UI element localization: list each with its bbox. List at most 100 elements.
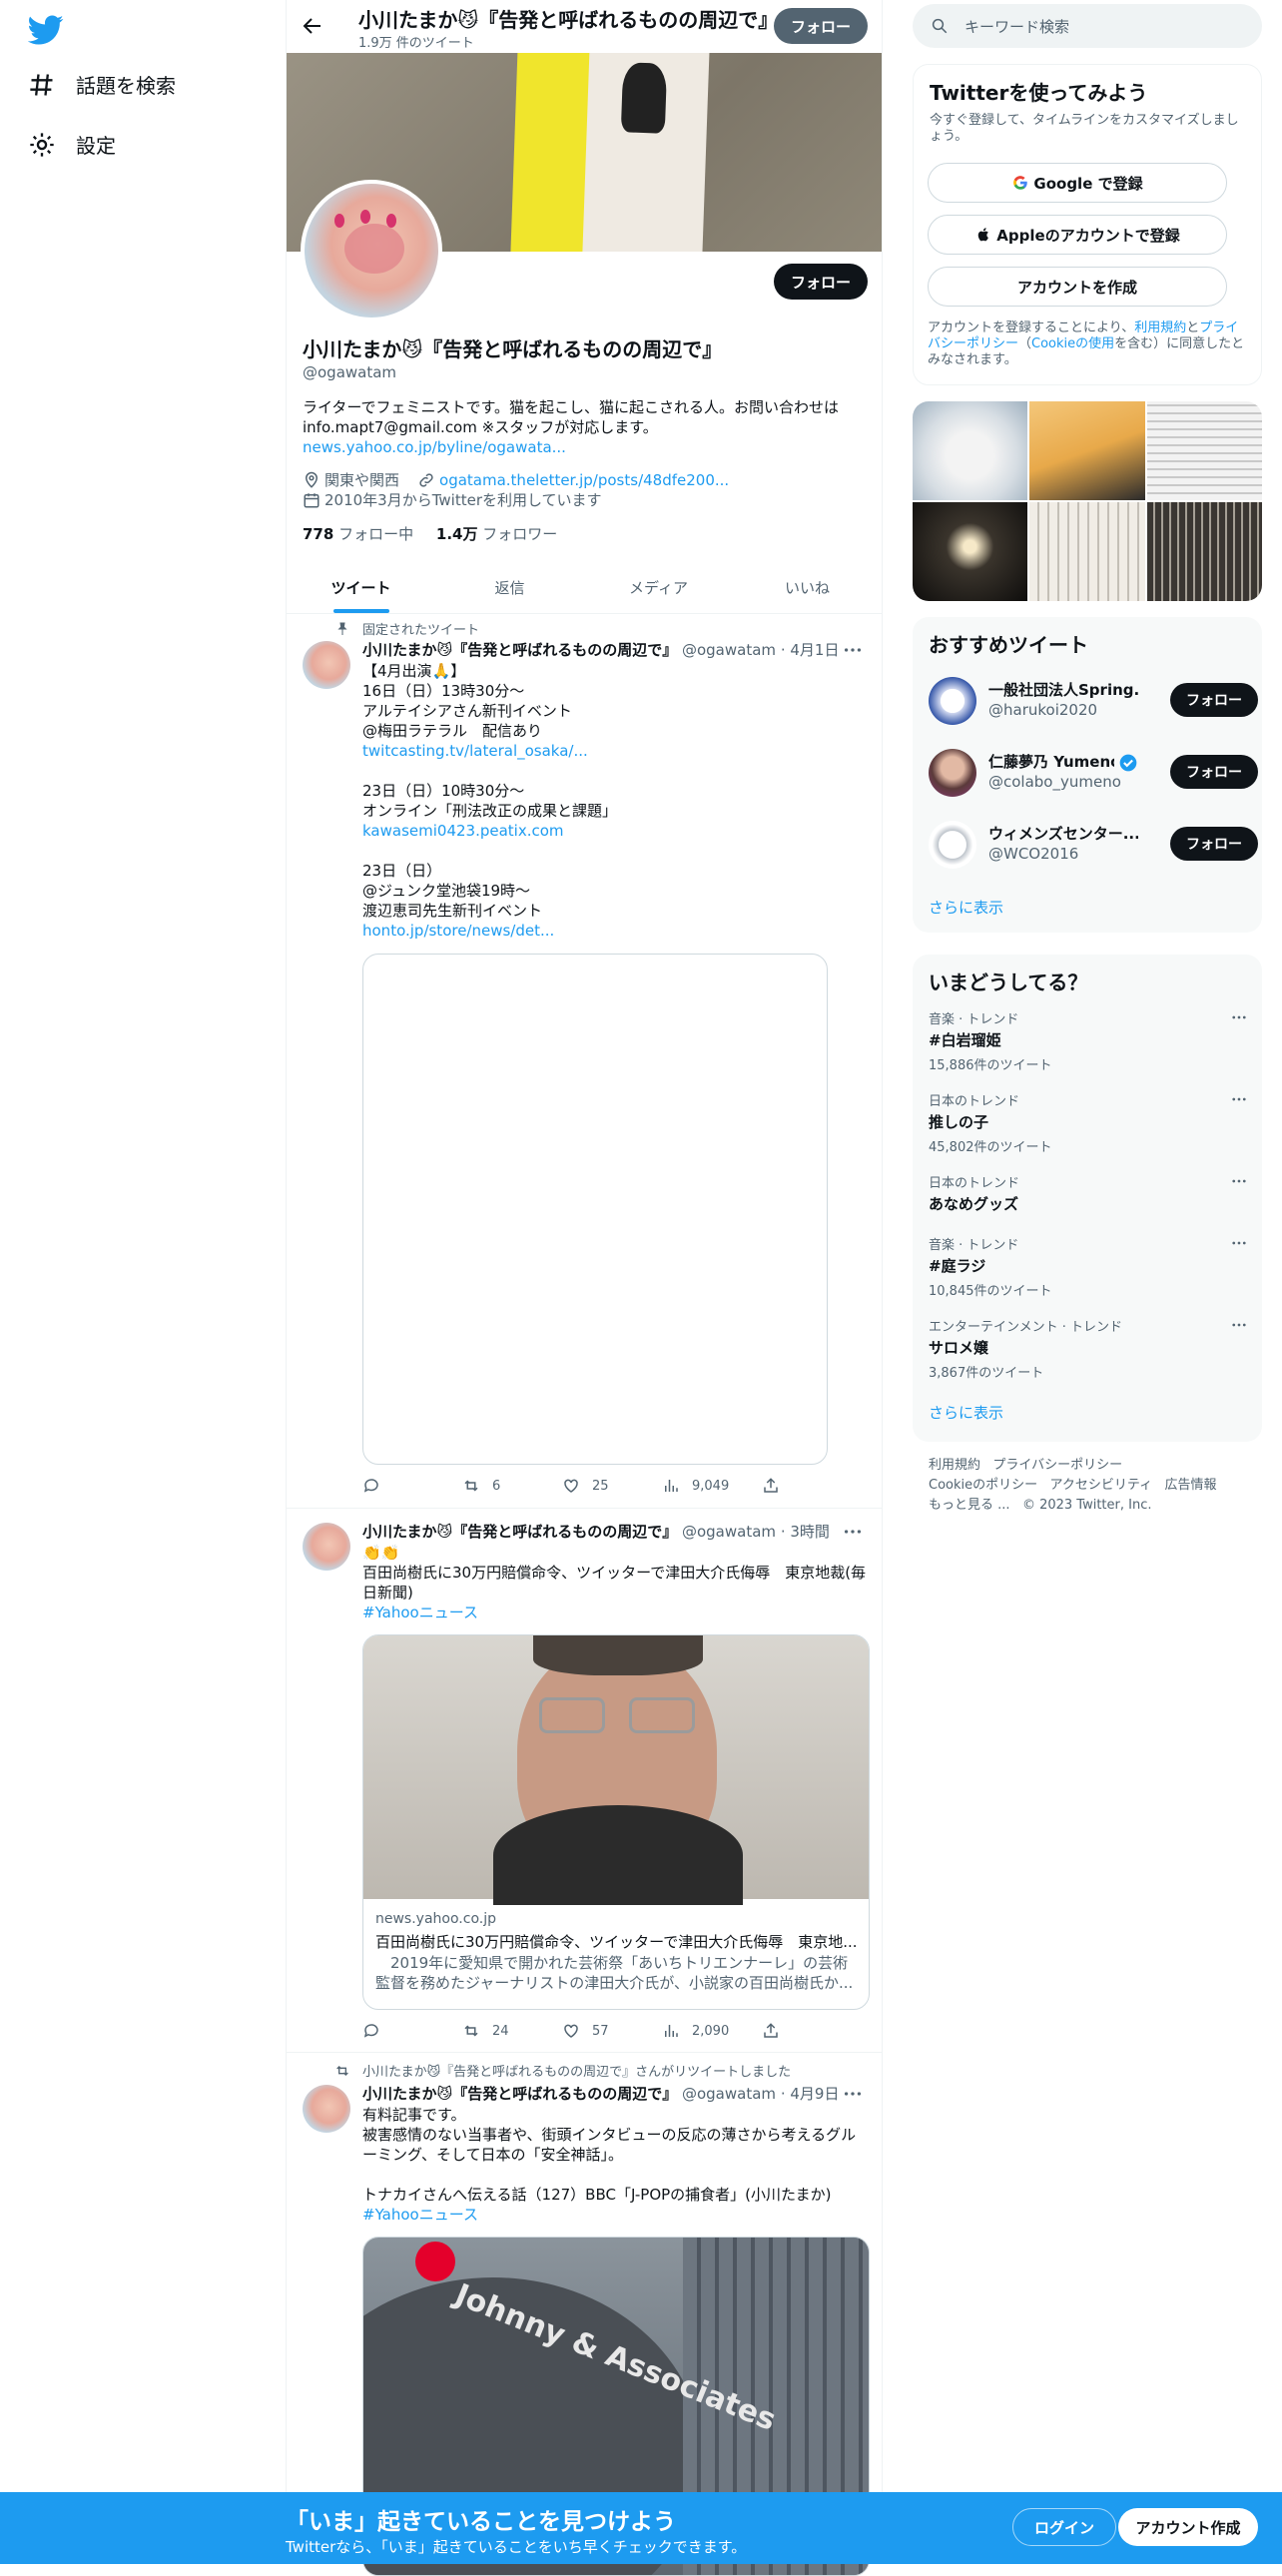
tweet-author-name[interactable]: 小川たまか😼『告発と呼ばれるものの周辺で』	[362, 1523, 677, 1541]
followers-link[interactable]: 1.4万 フォロワー	[436, 525, 557, 543]
retweet-context-label[interactable]: 小川たまか😼『告発と呼ばれるものの周辺で』さんがリツイートしました	[362, 2061, 791, 2080]
tab-media[interactable]: メディア	[584, 561, 733, 613]
trend-item[interactable]: エンターテインメント · トレンド サロメ嬢 3,867件のツイート	[929, 1316, 1248, 1381]
tweet-pinned[interactable]: 固定されたツイート 小川たまか😼『告発と呼ばれるものの周辺で』 @ogawata…	[287, 614, 882, 1509]
hashtag-link[interactable]: #Yahooニュース	[362, 2206, 478, 2224]
media-thumb-document[interactable]	[1146, 401, 1262, 500]
reply-button[interactable]	[362, 1477, 462, 1495]
followers-count: 1.4万	[435, 525, 478, 543]
recommended-account[interactable]: ウィメンズセンター... @WCO2016 フォロー	[929, 821, 1258, 869]
media-thumb-cat[interactable]	[913, 401, 1028, 500]
tweet-avatar[interactable]	[303, 641, 350, 689]
rec-handle: @WCO2016	[988, 845, 1079, 863]
media-thumb-book[interactable]	[1146, 502, 1262, 601]
follow-button[interactable]: フォロー	[774, 264, 868, 300]
header-follow-button[interactable]: フォロー	[774, 8, 868, 44]
nav-settings[interactable]: 設定	[28, 130, 116, 159]
trend-item[interactable]: 音楽 · トレンド #庭ラジ 10,845件のツイート	[929, 1234, 1248, 1299]
trends-title: いまどうしてる？	[929, 970, 1088, 994]
tweet-author-name[interactable]: 小川たまか😼『告発と呼ばれるものの周辺で』	[362, 641, 677, 659]
tweet-avatar[interactable]	[303, 1523, 350, 1571]
more-icon[interactable]	[842, 1521, 864, 1543]
views-button[interactable]: 2,090	[662, 2022, 762, 2040]
tweet-text-part2: 23日（日）10時30分〜 オンライン「刑法改正の成果と課題」	[362, 782, 618, 820]
retweet-button[interactable]: 24	[462, 2022, 562, 2040]
recommended-account[interactable]: 仁藤夢乃 Yumeno... @colabo_yumeno フォロー	[929, 749, 1258, 797]
rec-follow-button[interactable]: フォロー	[1170, 755, 1258, 789]
like-button[interactable]: 57	[562, 2022, 662, 2040]
signup-box: Twitterを使ってみよう 今すぐ登録して、タイムラインをカスタマイズしましょ…	[913, 64, 1262, 385]
search-input[interactable]: キーワード検索	[913, 4, 1262, 48]
tab-replies[interactable]: 返信	[435, 561, 584, 613]
footer-cookie[interactable]: Cookieのポリシー	[929, 1478, 1037, 1493]
link-card[interactable]: news.yahoo.co.jp 百田尚樹氏に30万円賠償命令、ツイッターで津田…	[362, 1634, 870, 2010]
trend-category: 日本のトレンド	[929, 1176, 1020, 1191]
tweet-time[interactable]: 4月1日	[790, 641, 839, 659]
tweet-author-name[interactable]: 小川たまか😼『告発と呼ばれるものの周辺で』	[362, 2085, 677, 2103]
more-icon[interactable]	[1230, 1172, 1248, 1190]
share-button[interactable]	[762, 2022, 792, 2040]
tab-likes[interactable]: いいね	[733, 561, 882, 613]
back-arrow-icon[interactable]	[301, 14, 324, 38]
more-icon[interactable]	[1230, 1316, 1248, 1334]
views-button[interactable]: 9,049	[662, 1477, 762, 1495]
reply-button[interactable]	[362, 2022, 462, 2040]
create-account-button[interactable]: アカウントを作成	[928, 267, 1227, 307]
tweet-link-3[interactable]: honto.jp/store/news/det...	[362, 922, 554, 940]
footer-accessibility[interactable]: アクセシビリティ	[1050, 1478, 1153, 1493]
terms-link[interactable]: 利用規約	[1134, 321, 1186, 335]
more-icon[interactable]	[1230, 1008, 1248, 1026]
more-icon[interactable]	[1230, 1234, 1248, 1252]
rec-follow-button[interactable]: フォロー	[1170, 683, 1258, 717]
footer-terms[interactable]: 利用規約	[929, 1458, 980, 1473]
signup-button[interactable]: アカウント作成	[1118, 2508, 1258, 2546]
cookie-link[interactable]: Cookieの使用	[1031, 336, 1114, 351]
trend-item[interactable]: 日本のトレンド 推しの子 45,802件のツイート	[929, 1090, 1248, 1155]
retweet-count: 24	[492, 2023, 509, 2039]
tweet-text-body: 有料記事です。 被害感情のない当事者や、街頭インタビューの反応の薄さから考えるグ…	[362, 2106, 857, 2204]
nav-explore[interactable]: 話題を検索	[28, 70, 176, 99]
retweet-button[interactable]: 6	[462, 1477, 562, 1495]
profile-avatar[interactable]	[301, 180, 442, 322]
bio-link[interactable]: news.yahoo.co.jp/byline/ogawata...	[303, 438, 566, 456]
header-title: 小川たまか😼『告発と呼ばれるものの周辺で』	[358, 8, 768, 32]
login-button[interactable]: ログイン	[1012, 2508, 1116, 2546]
share-button[interactable]	[762, 1477, 792, 1495]
tweet-embed-card[interactable]	[362, 954, 828, 1465]
trends-show-more[interactable]: さらに表示	[929, 1402, 1003, 1423]
footer-privacy[interactable]: プライバシーポリシー	[992, 1458, 1122, 1473]
rec-name: 一般社団法人Spring...	[988, 681, 1138, 699]
twitter-logo-icon[interactable]	[28, 12, 64, 48]
card-title: 百田尚樹氏に30万円賠償命令、ツイッターで津田大介氏侮辱 東京地...	[375, 1933, 858, 1951]
rec-follow-button[interactable]: フォロー	[1170, 827, 1258, 861]
google-signup-button[interactable]: Google で登録	[928, 163, 1227, 203]
profile-website[interactable]: ogatama.theletter.jp/posts/48dfe200...	[439, 471, 729, 489]
trend-count: 3,867件のツイート	[929, 1366, 1044, 1381]
tweet-link-1[interactable]: twitcasting.tv/lateral_osaka/...	[362, 742, 588, 760]
more-icon[interactable]	[842, 2083, 864, 2105]
more-icon[interactable]	[842, 639, 864, 661]
footer-ads[interactable]: 広告情報	[1165, 1478, 1217, 1493]
media-thumb-poster[interactable]	[1029, 401, 1145, 500]
media-thumb-text[interactable]	[1029, 502, 1145, 601]
tweet-time[interactable]: 3時間	[790, 1523, 830, 1541]
following-link[interactable]: 778 フォロー中	[303, 525, 413, 543]
tweet-retweeted[interactable]: 小川たまか😼『告発と呼ばれるものの周辺で』さんがリツイートしました 小川たまか😼…	[287, 2053, 882, 2576]
tweet-time[interactable]: 4月9日	[790, 2085, 839, 2103]
tweet-text-part3: 23日（日） @ジュンク堂池袋19時〜 渡辺恵司先生新刊イベント	[362, 862, 543, 920]
recommended-show-more[interactable]: さらに表示	[929, 897, 1003, 918]
tweet-avatar[interactable]	[303, 2085, 350, 2133]
tweet-item[interactable]: 小川たまか😼『告発と呼ばれるものの周辺で』 @ogawatam · 3時間 👏👏…	[287, 1509, 882, 2053]
apple-signup-button[interactable]: Appleのアカウントで登録	[928, 215, 1227, 255]
header-tweet-count: 1.9万 件のツイート	[358, 36, 474, 51]
trend-item[interactable]: 音楽 · トレンド #白岩瑠姫 15,886件のツイート	[929, 1008, 1248, 1073]
footer-more[interactable]: もっと見る ...	[929, 1498, 1010, 1513]
trend-item[interactable]: 日本のトレンド あなめグッズ	[929, 1172, 1248, 1214]
tab-tweets[interactable]: ツイート	[287, 561, 435, 613]
like-button[interactable]: 25	[562, 1477, 662, 1495]
more-icon[interactable]	[1230, 1090, 1248, 1108]
media-thumb-night[interactable]	[913, 502, 1028, 601]
tweet-link-2[interactable]: kawasemi0423.peatix.com	[362, 822, 564, 840]
recommended-account[interactable]: 一般社団法人Spring... @harukoi2020 フォロー	[929, 677, 1258, 725]
hashtag-link[interactable]: #Yahooニュース	[362, 1604, 478, 1621]
